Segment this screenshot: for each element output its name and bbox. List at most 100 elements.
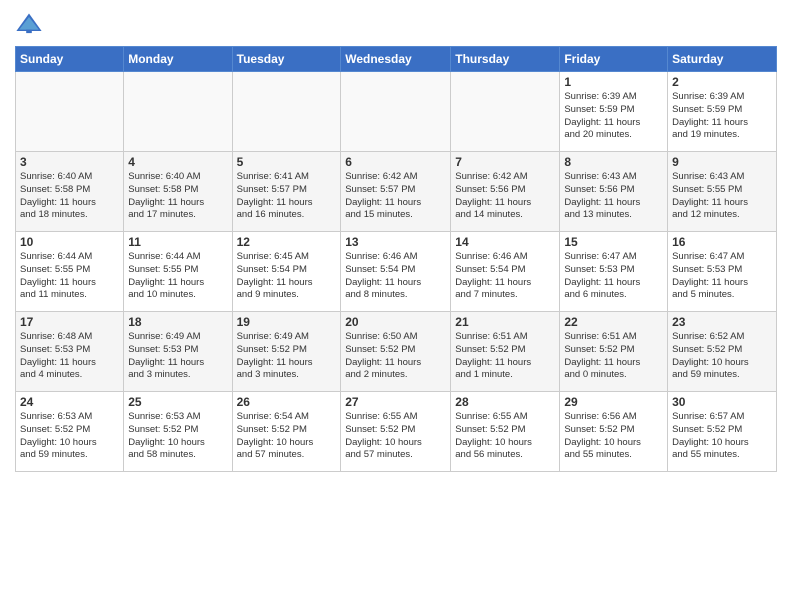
- day-info: Sunrise: 6:39 AM Sunset: 5:59 PM Dayligh…: [672, 91, 772, 142]
- day-number: 12: [237, 235, 337, 249]
- calendar-cell: 8Sunrise: 6:43 AM Sunset: 5:56 PM Daylig…: [560, 152, 668, 232]
- calendar-cell: 2 Sunrise: 6:39 AM Sunset: 5:59 PM Daylig…: [668, 72, 777, 152]
- day-info: Sunrise: 6:47 AM Sunset: 5:53 PM Dayligh…: [564, 251, 663, 302]
- week-row-2: 3 Sunrise: 6:40 AM Sunset: 5:58 PM Daylig…: [16, 152, 777, 232]
- calendar-cell: 7 Sunrise: 6:42 AM Sunset: 5:56 PM Daylig…: [451, 152, 560, 232]
- calendar-cell: 4 Sunrise: 6:40 AM Sunset: 5:58 PM Daylig…: [124, 152, 232, 232]
- weekday-header-monday: Monday: [124, 47, 232, 72]
- day-info: Sunrise: 6:51 AM Sunset: 5:52 PM Dayligh…: [564, 331, 663, 382]
- day-info: Sunrise: 6:41 AM Sunset: 5:57 PM Dayligh…: [237, 171, 337, 222]
- day-number: 24: [20, 395, 119, 409]
- calendar-cell: 19 Sunrise: 6:49 AM Sunset: 5:52 PM Dayli…: [232, 312, 341, 392]
- day-number: 5: [237, 155, 337, 169]
- day-info: Sunrise: 6:55 AM Sunset: 5:52 PM Dayligh…: [455, 411, 555, 462]
- day-number: 19: [237, 315, 337, 329]
- day-info: Sunrise: 6:40 AM Sunset: 5:58 PM Dayligh…: [20, 171, 119, 222]
- day-number: 4: [128, 155, 227, 169]
- day-number: 21: [455, 315, 555, 329]
- day-number: 14: [455, 235, 555, 249]
- day-number: 16: [672, 235, 772, 249]
- calendar-cell: 14Sunrise: 6:46 AM Sunset: 5:54 PM Dayli…: [451, 232, 560, 312]
- day-info: Sunrise: 6:42 AM Sunset: 5:56 PM Dayligh…: [455, 171, 555, 222]
- weekday-header-thursday: Thursday: [451, 47, 560, 72]
- calendar-cell: 16 Sunrise: 6:47 AM Sunset: 5:53 PM Dayli…: [668, 232, 777, 312]
- day-number: 23: [672, 315, 772, 329]
- calendar-cell: 18 Sunrise: 6:49 AM Sunset: 5:53 PM Dayli…: [124, 312, 232, 392]
- calendar: SundayMondayTuesdayWednesdayThursdayFrid…: [15, 46, 777, 472]
- day-info: Sunrise: 6:54 AM Sunset: 5:52 PM Dayligh…: [237, 411, 337, 462]
- calendar-cell: 22 Sunrise: 6:51 AM Sunset: 5:52 PM Dayli…: [560, 312, 668, 392]
- calendar-cell: 24 Sunrise: 6:53 AM Sunset: 5:52 PM Dayli…: [16, 392, 124, 472]
- weekday-header-friday: Friday: [560, 47, 668, 72]
- calendar-cell: 30Sunrise: 6:57 AM Sunset: 5:52 PM Dayli…: [668, 392, 777, 472]
- day-info: Sunrise: 6:40 AM Sunset: 5:58 PM Dayligh…: [128, 171, 227, 222]
- day-info: Sunrise: 6:52 AM Sunset: 5:52 PM Dayligh…: [672, 331, 772, 382]
- calendar-cell: 9 Sunrise: 6:43 AM Sunset: 5:55 PM Daylig…: [668, 152, 777, 232]
- day-info: Sunrise: 6:44 AM Sunset: 5:55 PM Dayligh…: [20, 251, 119, 302]
- calendar-cell: 21 Sunrise: 6:51 AM Sunset: 5:52 PM Dayli…: [451, 312, 560, 392]
- weekday-header-row: SundayMondayTuesdayWednesdayThursdayFrid…: [16, 47, 777, 72]
- day-number: 20: [345, 315, 446, 329]
- day-number: 27: [345, 395, 446, 409]
- calendar-cell: [451, 72, 560, 152]
- weekday-header-tuesday: Tuesday: [232, 47, 341, 72]
- calendar-cell: 12 Sunrise: 6:45 AM Sunset: 5:54 PM Dayli…: [232, 232, 341, 312]
- day-number: 17: [20, 315, 119, 329]
- day-info: Sunrise: 6:46 AM Sunset: 5:54 PM Dayligh…: [345, 251, 446, 302]
- logo: [15, 10, 47, 38]
- calendar-cell: 28 Sunrise: 6:55 AM Sunset: 5:52 PM Dayli…: [451, 392, 560, 472]
- calendar-cell: [232, 72, 341, 152]
- calendar-cell: 15 Sunrise: 6:47 AM Sunset: 5:53 PM Dayli…: [560, 232, 668, 312]
- day-info: Sunrise: 6:49 AM Sunset: 5:52 PM Dayligh…: [237, 331, 337, 382]
- calendar-cell: 10 Sunrise: 6:44 AM Sunset: 5:55 PM Dayli…: [16, 232, 124, 312]
- day-number: 9: [672, 155, 772, 169]
- day-info: Sunrise: 6:43 AM Sunset: 5:55 PM Dayligh…: [672, 171, 772, 222]
- calendar-cell: [16, 72, 124, 152]
- day-number: 28: [455, 395, 555, 409]
- day-number: 1: [564, 75, 663, 89]
- day-info: Sunrise: 6:55 AM Sunset: 5:52 PM Dayligh…: [345, 411, 446, 462]
- day-number: 7: [455, 155, 555, 169]
- day-info: Sunrise: 6:45 AM Sunset: 5:54 PM Dayligh…: [237, 251, 337, 302]
- day-number: 15: [564, 235, 663, 249]
- day-number: 18: [128, 315, 227, 329]
- week-row-4: 17 Sunrise: 6:48 AM Sunset: 5:53 PM Dayli…: [16, 312, 777, 392]
- day-number: 10: [20, 235, 119, 249]
- calendar-cell: 1 Sunrise: 6:39 AM Sunset: 5:59 PM Daylig…: [560, 72, 668, 152]
- weekday-header-sunday: Sunday: [16, 47, 124, 72]
- day-info: Sunrise: 6:49 AM Sunset: 5:53 PM Dayligh…: [128, 331, 227, 382]
- day-number: 26: [237, 395, 337, 409]
- calendar-cell: 5 Sunrise: 6:41 AM Sunset: 5:57 PM Daylig…: [232, 152, 341, 232]
- header: [15, 10, 777, 38]
- calendar-cell: 23 Sunrise: 6:52 AM Sunset: 5:52 PM Dayli…: [668, 312, 777, 392]
- day-info: Sunrise: 6:53 AM Sunset: 5:52 PM Dayligh…: [20, 411, 119, 462]
- calendar-cell: 3 Sunrise: 6:40 AM Sunset: 5:58 PM Daylig…: [16, 152, 124, 232]
- day-number: 29: [564, 395, 663, 409]
- week-row-3: 10 Sunrise: 6:44 AM Sunset: 5:55 PM Dayli…: [16, 232, 777, 312]
- day-number: 8: [564, 155, 663, 169]
- day-info: Sunrise: 6:56 AM Sunset: 5:52 PM Dayligh…: [564, 411, 663, 462]
- day-number: 2: [672, 75, 772, 89]
- day-info: Sunrise: 6:51 AM Sunset: 5:52 PM Dayligh…: [455, 331, 555, 382]
- day-info: Sunrise: 6:53 AM Sunset: 5:52 PM Dayligh…: [128, 411, 227, 462]
- calendar-cell: 11Sunrise: 6:44 AM Sunset: 5:55 PM Dayli…: [124, 232, 232, 312]
- day-number: 13: [345, 235, 446, 249]
- day-info: Sunrise: 6:47 AM Sunset: 5:53 PM Dayligh…: [672, 251, 772, 302]
- calendar-cell: 17 Sunrise: 6:48 AM Sunset: 5:53 PM Dayli…: [16, 312, 124, 392]
- day-info: Sunrise: 6:50 AM Sunset: 5:52 PM Dayligh…: [345, 331, 446, 382]
- calendar-cell: 25 Sunrise: 6:53 AM Sunset: 5:52 PM Dayli…: [124, 392, 232, 472]
- calendar-cell: [124, 72, 232, 152]
- day-info: Sunrise: 6:44 AM Sunset: 5:55 PM Dayligh…: [128, 251, 227, 302]
- weekday-header-saturday: Saturday: [668, 47, 777, 72]
- day-info: Sunrise: 6:39 AM Sunset: 5:59 PM Dayligh…: [564, 91, 663, 142]
- week-row-1: 1 Sunrise: 6:39 AM Sunset: 5:59 PM Daylig…: [16, 72, 777, 152]
- day-number: 25: [128, 395, 227, 409]
- day-info: Sunrise: 6:48 AM Sunset: 5:53 PM Dayligh…: [20, 331, 119, 382]
- weekday-header-wednesday: Wednesday: [341, 47, 451, 72]
- day-number: 3: [20, 155, 119, 169]
- calendar-cell: 27 Sunrise: 6:55 AM Sunset: 5:52 PM Dayli…: [341, 392, 451, 472]
- calendar-cell: 20 Sunrise: 6:50 AM Sunset: 5:52 PM Dayli…: [341, 312, 451, 392]
- day-number: 22: [564, 315, 663, 329]
- day-info: Sunrise: 6:57 AM Sunset: 5:52 PM Dayligh…: [672, 411, 772, 462]
- calendar-cell: 26 Sunrise: 6:54 AM Sunset: 5:52 PM Dayli…: [232, 392, 341, 472]
